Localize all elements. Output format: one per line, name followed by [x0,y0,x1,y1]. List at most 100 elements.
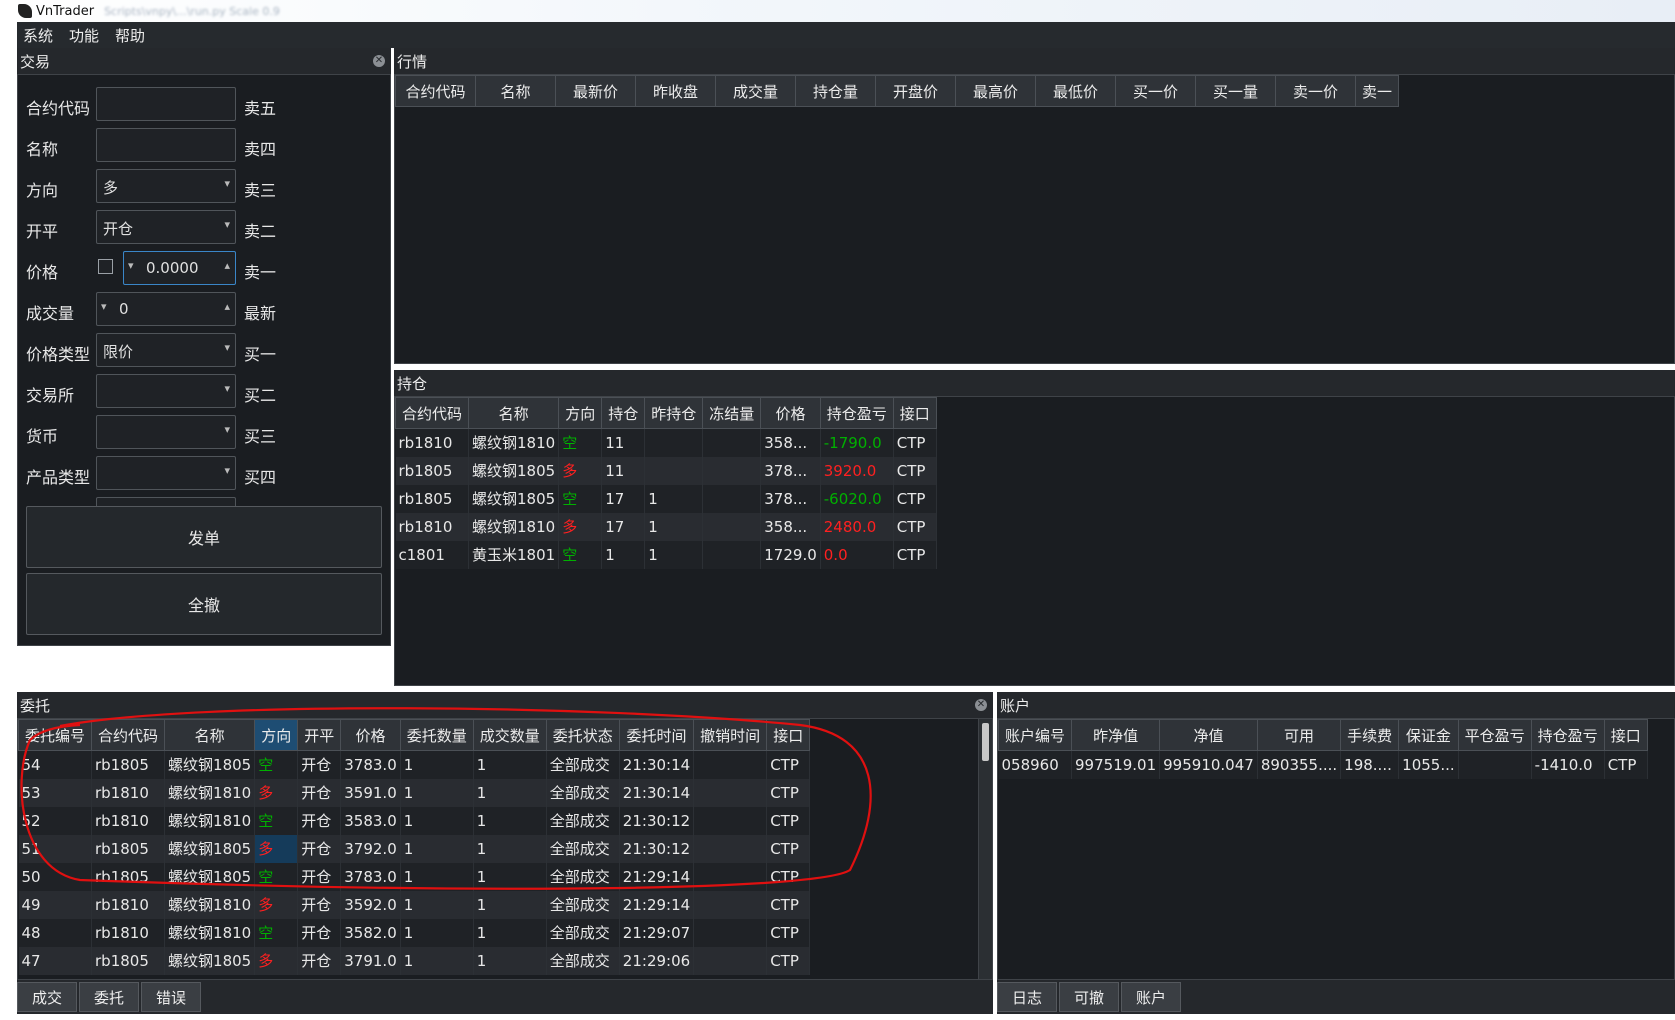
table-row[interactable]: rb1810 螺纹钢1810 多 17 1 358... 2480.0 CTP [395,512,937,541]
table-row[interactable]: 54 rb1805 螺纹钢1805 空开仓 3783.0 1 1 全部成交 21:30:14 CT… [18,750,811,779]
column-header[interactable]: 撤销时间 [693,719,768,751]
trade-field-spinbox[interactable]: 0.0000 [123,251,236,285]
column-header[interactable]: 买一量 [1195,75,1276,107]
table-cell: 3592.0 [340,890,401,919]
table-row[interactable]: 50 rb1805 螺纹钢1805 空开仓 3783.0 1 1 全部成交 21:29:14 CT… [18,862,811,891]
column-header[interactable]: 买一价 [1115,75,1196,107]
column-header[interactable]: 合约代码 [395,75,476,107]
close-icon[interactable]: ✕ [373,55,385,67]
table-row[interactable]: 53 rb1810 螺纹钢1810 多开仓 3591.0 1 1 全部成交 21:30:14 CT… [18,778,811,807]
trade-field-dropdown[interactable] [96,415,236,449]
table-row[interactable]: rb1805 螺纹钢1805 空 17 1 378... -6020.0 CTP [395,484,937,513]
column-header[interactable]: 最低价 [1035,75,1116,107]
column-header[interactable]: 账户编号 [998,719,1073,751]
account-panel-tab[interactable]: 日志 [997,982,1058,1012]
table-cell [693,918,768,947]
send-order-button[interactable]: 发单 [26,506,382,568]
column-header[interactable]: 价格 [340,719,401,751]
column-header[interactable]: 持仓盈亏 [1530,719,1605,751]
column-header[interactable]: 保证金 [1398,719,1459,751]
column-header[interactable]: 成交数量 [472,719,547,751]
column-header[interactable]: 接口 [1603,719,1648,751]
order-panel-tab[interactable]: 错误 [141,982,202,1012]
column-header[interactable]: 委托时间 [618,719,695,751]
market-panel-title-bar: 行情 [394,48,1675,74]
column-header[interactable]: 接口 [766,719,811,751]
column-header[interactable]: 名称 [475,75,556,107]
trade-form-row: 价格类型限价 买一 [18,333,418,367]
trade-field-input[interactable] [96,87,236,121]
column-header[interactable]: 净值 [1159,719,1258,751]
table-row[interactable]: 058960 997519.01 995910.047 890355.... 198..… [998,750,1648,779]
column-header[interactable]: 卖一价 [1275,75,1356,107]
table-row[interactable]: rb1805 螺纹钢1805 多 11 378... 3920.0 CTP [395,456,937,485]
trade-field-dropdown[interactable]: 开仓 [96,210,236,244]
column-header[interactable]: 持仓量 [795,75,876,107]
trade-field-input[interactable] [96,128,236,162]
column-header[interactable]: 可用 [1256,719,1342,751]
depth-level-label: 卖四 [244,140,277,159]
table-row[interactable]: 49 rb1810 螺纹钢1810 多开仓 3592.0 1 1 全部成交 21:29:14 CT… [18,890,811,919]
price-checkbox[interactable] [98,259,113,274]
column-header[interactable]: 方向 [558,397,603,429]
close-icon[interactable]: ✕ [975,699,987,711]
column-header[interactable]: 名称 [468,397,560,429]
table-cell: 3582.0 [340,918,401,947]
column-header[interactable]: 最高价 [955,75,1036,107]
window-titlebar: VnTrader Scripts\vnpy\...\run.py Scale 0… [0,0,1675,22]
trade-field-value: 0 [119,300,129,318]
trade-field-label: 产品类型 [26,468,91,487]
order-panel-tab[interactable]: 成交 [17,982,78,1012]
order-panel-tab[interactable]: 委托 [79,982,140,1012]
order-scrollbar-thumb[interactable] [982,723,989,761]
column-header[interactable]: 委托状态 [545,719,620,751]
trade-field-dropdown[interactable]: 限价 [96,333,236,367]
table-row[interactable]: c1801 黄玉米1801 空 1 1 1729.0 0.0 CTP [395,540,937,569]
table-cell: CTP [893,540,937,569]
column-header[interactable]: 开平 [297,719,342,751]
menu-system[interactable]: 系统 [23,25,53,46]
column-header[interactable]: 冻结量 [702,397,762,429]
column-header[interactable]: 卖一 [1354,75,1400,107]
column-header[interactable]: 平仓盈亏 [1457,719,1532,751]
column-header[interactable]: 合约代码 [91,719,166,751]
column-header[interactable]: 昨持仓 [644,397,704,429]
table-cell: CTP [766,806,811,835]
column-header[interactable]: 持仓 [601,397,646,429]
column-header[interactable]: 接口 [892,397,937,429]
column-header[interactable]: 委托数量 [399,719,474,751]
trade-field-spinbox[interactable]: 0 [96,292,236,326]
table-row[interactable]: 48 rb1810 螺纹钢1810 空开仓 3582.0 1 1 全部成交 21:29:07 CT… [18,918,811,947]
order-scrollbar[interactable] [978,719,992,979]
account-panel-tab[interactable]: 可撤 [1059,982,1120,1012]
cancel-all-button[interactable]: 全撤 [26,573,382,635]
column-header[interactable]: 成交量 [715,75,796,107]
column-header[interactable]: 合约代码 [395,397,470,429]
column-header[interactable]: 名称 [164,719,256,751]
column-header[interactable]: 持仓盈亏 [819,397,894,429]
table-cell: 1 [473,834,547,863]
trade-field-dropdown[interactable]: 多 [96,169,236,203]
column-header[interactable]: 开盘价 [875,75,956,107]
column-header[interactable]: 价格 [760,397,821,429]
table-row[interactable]: 51 rb1805 螺纹钢1805 多开仓 3792.0 1 1 全部成交 21:30:12 CT… [18,834,811,863]
column-header[interactable]: 昨净值 [1071,719,1161,751]
column-header[interactable]: 昨收盘 [635,75,716,107]
table-cell: CTP [766,918,811,947]
table-cell: 螺纹钢1810 [164,890,256,919]
table-row[interactable]: 47 rb1805 螺纹钢1805 多开仓 3791.0 1 1 全部成交 21:29:06 CT… [18,946,811,975]
column-header[interactable]: 方向 [254,719,299,751]
column-header[interactable]: 手续费 [1340,719,1400,751]
trade-field-dropdown[interactable] [96,374,236,408]
menu-help[interactable]: 帮助 [115,25,145,46]
table-cell: 多 [254,834,299,863]
table-cell [693,806,768,835]
table-cell: 1 [400,750,474,779]
menu-function[interactable]: 功能 [69,25,99,46]
account-panel-tab[interactable]: 账户 [1121,982,1182,1012]
trade-field-dropdown[interactable] [96,456,236,490]
table-row[interactable]: 52 rb1810 螺纹钢1810 空开仓 3583.0 1 1 全部成交 21:30:12 CT… [18,806,811,835]
column-header[interactable]: 最新价 [555,75,636,107]
table-row[interactable]: rb1810 螺纹钢1810 空 11 358... -1790.0 CTP [395,428,937,457]
column-header[interactable]: 委托编号 [18,719,93,751]
